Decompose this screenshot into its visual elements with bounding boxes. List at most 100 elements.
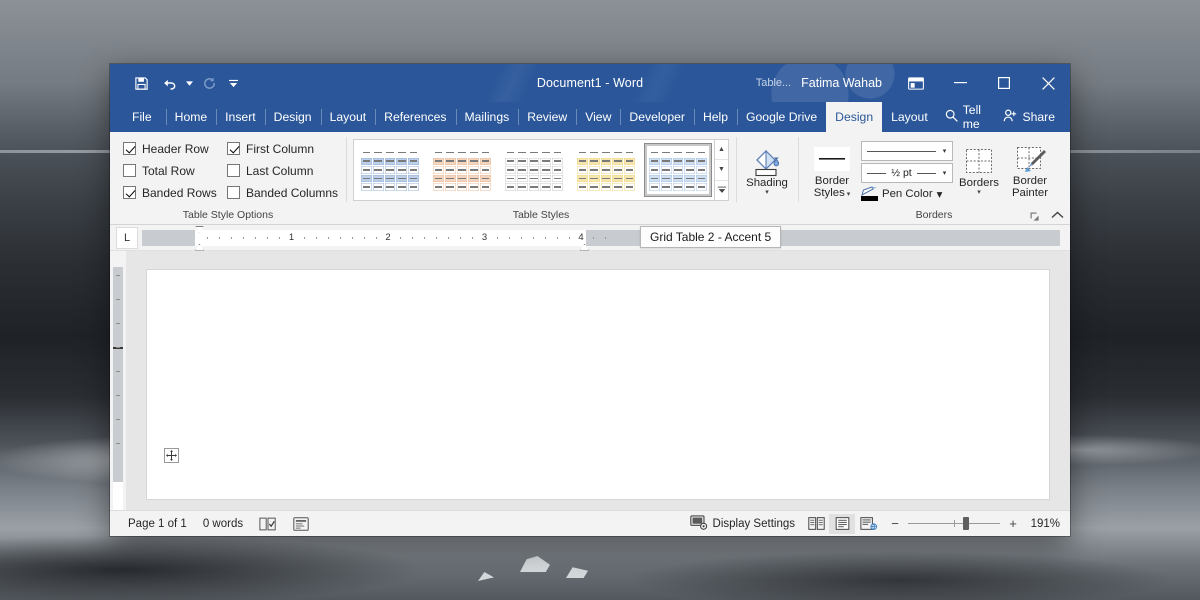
line-weight-combo[interactable]: ½ pt ▾ — [861, 163, 953, 183]
tab-table-layout[interactable]: Layout — [882, 102, 937, 132]
checkbox-label: Header Row — [142, 142, 209, 156]
mini-table-cell — [673, 149, 684, 157]
checkbox-banded-columns[interactable]: Banded Columns — [227, 182, 343, 204]
gallery-more-button[interactable] — [715, 181, 728, 200]
share-button[interactable]: Share — [995, 102, 1063, 132]
mini-table-cell — [624, 149, 635, 157]
gallery-scroll-down-button[interactable]: ▼ — [715, 160, 728, 180]
checkbox-first-column[interactable]: First Column — [227, 138, 343, 160]
tab-developer[interactable]: Developer — [620, 102, 694, 132]
tab-mailings[interactable]: Mailings — [456, 102, 519, 132]
vertical-ruler[interactable] — [110, 251, 126, 510]
pen-color-swatch-bar — [861, 196, 878, 201]
hanging-indent-marker[interactable] — [195, 244, 204, 251]
mini-table-cell — [649, 183, 660, 191]
pen-color-dropdown-caret[interactable]: ▾ — [937, 187, 943, 201]
pen-color-button[interactable]: Pen Color ▾ — [861, 186, 953, 201]
zoom-slider-midpoint — [954, 520, 955, 527]
status-word-count[interactable]: 0 words — [195, 518, 251, 530]
tab-insert[interactable]: Insert — [216, 102, 264, 132]
proofing-errors-icon[interactable] — [251, 517, 285, 531]
mini-table-cell — [385, 166, 396, 174]
mini-table-cell — [661, 149, 672, 157]
zoom-in-button[interactable]: + — [1007, 516, 1019, 531]
checkbox-total-row[interactable]: Total Row — [123, 160, 227, 182]
gallery-scroll-up-button[interactable]: ▲ — [715, 140, 728, 160]
borders-dropdown-caret[interactable]: ▾ — [977, 189, 981, 197]
pen-color-icon — [861, 186, 878, 201]
redo-icon[interactable] — [196, 70, 222, 96]
shading-label: Shading — [746, 177, 788, 189]
accessibility-checker-icon[interactable] — [285, 517, 317, 531]
zoom-slider-track[interactable] — [908, 523, 1000, 524]
mini-table-cell — [684, 175, 695, 183]
table-style-thumbnail-1[interactable] — [356, 143, 424, 197]
document-page[interactable] — [146, 269, 1050, 500]
close-icon[interactable] — [1026, 64, 1070, 102]
minimize-icon[interactable] — [938, 64, 982, 102]
checkbox-box[interactable] — [227, 142, 240, 155]
mini-table-row — [577, 175, 635, 183]
tab-review[interactable]: Review — [518, 102, 576, 132]
ruler-tick — [255, 237, 256, 239]
border-painter-icon — [1013, 143, 1047, 175]
view-read-mode-button[interactable] — [803, 514, 829, 534]
view-print-layout-button[interactable] — [829, 514, 855, 534]
mini-table-cell — [540, 158, 551, 166]
chevron-down-icon[interactable]: ▾ — [939, 147, 950, 155]
first-line-indent-marker[interactable] — [195, 226, 204, 233]
horizontal-ruler[interactable]: 1234 — [142, 230, 1060, 246]
borders-dialog-launcher-icon[interactable] — [1030, 210, 1040, 220]
mini-table-row — [505, 183, 563, 191]
borders-button[interactable]: Borders ▾ — [955, 143, 1003, 199]
tab-layout[interactable]: Layout — [321, 102, 376, 132]
checkbox-last-column[interactable]: Last Column — [227, 160, 343, 182]
tab-stop-selector[interactable]: L — [116, 227, 138, 249]
checkbox-box[interactable] — [123, 164, 136, 177]
account-name[interactable]: Fatima Wahab — [797, 76, 894, 90]
shading-button[interactable]: Shading ▾ — [743, 143, 791, 199]
zoom-level-label[interactable]: 191% — [1026, 518, 1060, 530]
view-web-layout-button[interactable] — [855, 514, 881, 534]
tab-google-drive[interactable]: Google Drive — [737, 102, 826, 132]
table-move-handle[interactable] — [164, 448, 179, 463]
checkbox-box[interactable] — [227, 164, 240, 177]
tab-table-design[interactable]: Design — [826, 102, 882, 132]
customize-qat-icon[interactable] — [224, 70, 242, 96]
save-icon[interactable] — [128, 70, 154, 96]
tab-references[interactable]: References — [375, 102, 455, 132]
display-settings-button[interactable]: Display Settings — [682, 515, 803, 533]
border-styles-button[interactable]: Border Styles ▾ — [805, 141, 859, 201]
table-style-thumbnail-2[interactable] — [428, 143, 496, 197]
checkbox-header-row[interactable]: Header Row — [123, 138, 227, 160]
mini-table-row — [433, 166, 491, 174]
zoom-out-button[interactable]: − — [889, 516, 901, 531]
mini-table-cell — [624, 183, 635, 191]
table-style-thumbnail-3[interactable] — [500, 143, 568, 197]
table-styles-gallery[interactable]: ▲ ▼ — [353, 139, 729, 201]
status-page-number[interactable]: Page 1 of 1 — [120, 518, 195, 530]
undo-dropdown-icon[interactable] — [184, 70, 194, 96]
table-style-thumbnail-4[interactable] — [572, 143, 640, 197]
ribbon-display-options-icon[interactable] — [894, 64, 938, 102]
border-styles-dropdown-caret[interactable]: ▾ — [845, 191, 850, 198]
maximize-icon[interactable] — [982, 64, 1026, 102]
chevron-down-icon[interactable]: ▾ — [939, 169, 950, 177]
tab-design[interactable]: Design — [265, 102, 321, 132]
checkbox-box[interactable] — [123, 142, 136, 155]
collapse-ribbon-button[interactable] — [1051, 211, 1064, 222]
tell-me-button[interactable]: Tell me — [937, 102, 994, 132]
undo-icon[interactable] — [156, 70, 182, 96]
checkbox-box[interactable] — [123, 186, 136, 199]
border-painter-button[interactable]: Border Painter — [1005, 141, 1055, 201]
checkbox-banded-rows[interactable]: Banded Rows — [123, 182, 227, 204]
shading-dropdown-caret[interactable]: ▾ — [765, 189, 769, 197]
tab-home[interactable]: Home — [166, 102, 217, 132]
tab-help[interactable]: Help — [694, 102, 737, 132]
tab-view[interactable]: View — [576, 102, 620, 132]
checkbox-box[interactable] — [227, 186, 240, 199]
tab-file[interactable]: File — [124, 102, 166, 132]
table-style-thumbnail-5[interactable] — [644, 143, 712, 197]
zoom-slider-knob[interactable] — [963, 517, 969, 530]
line-style-combo[interactable]: ▾ — [861, 141, 953, 161]
